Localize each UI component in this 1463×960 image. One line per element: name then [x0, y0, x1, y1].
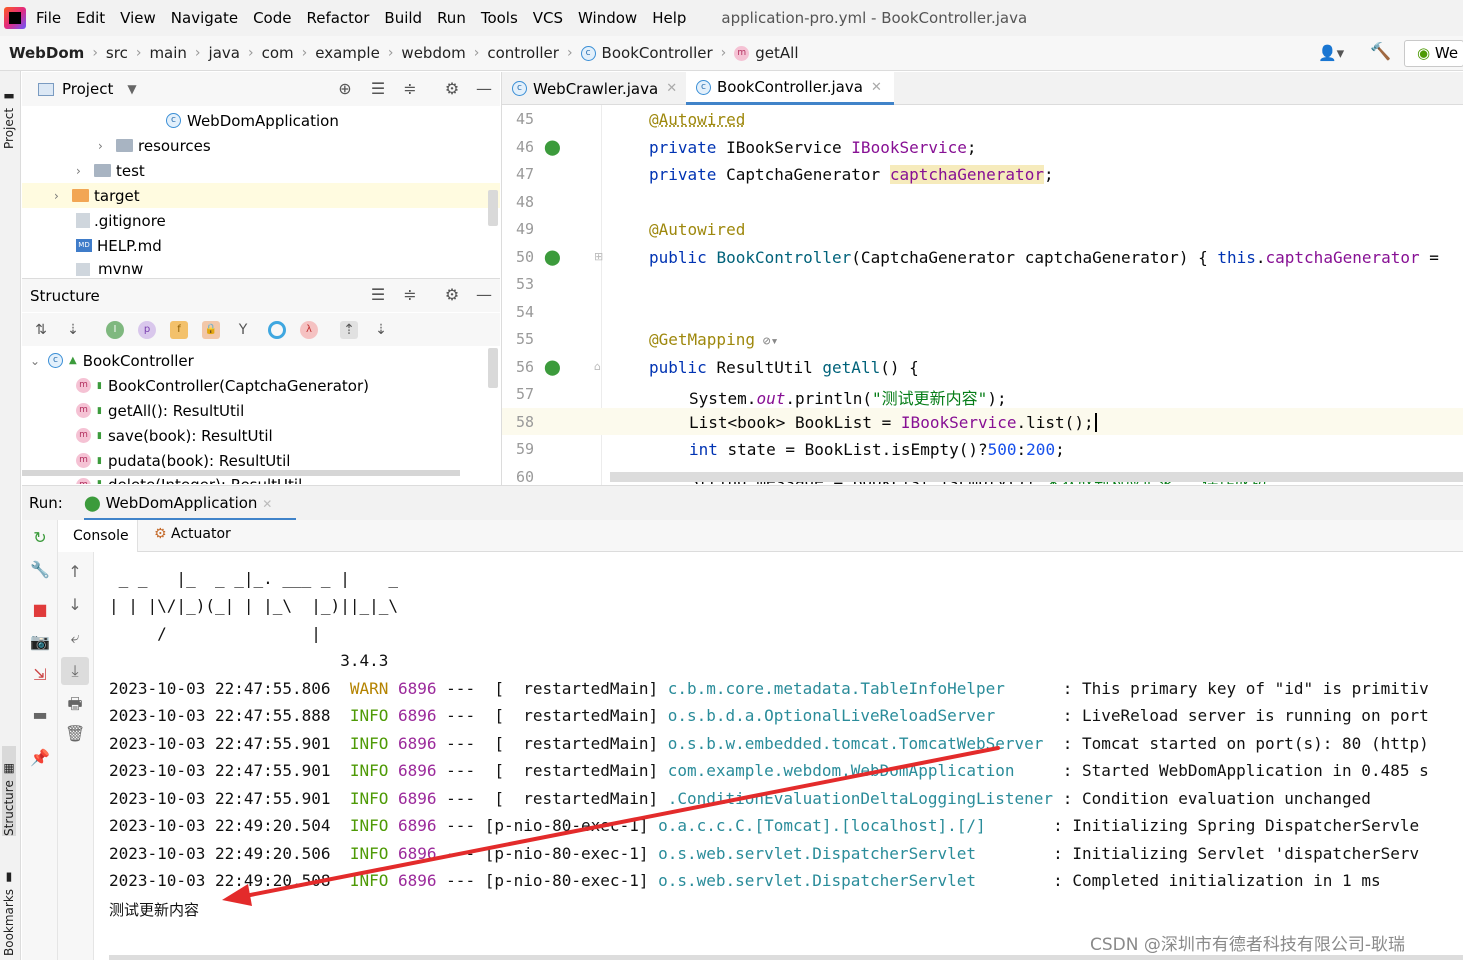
annotation-arrow: [222, 746, 1000, 906]
watermark: CSDN @深圳市有德者科技有限公司-耿瑞: [1090, 935, 1406, 955]
console-hscrollbar[interactable]: [109, 955, 1463, 960]
